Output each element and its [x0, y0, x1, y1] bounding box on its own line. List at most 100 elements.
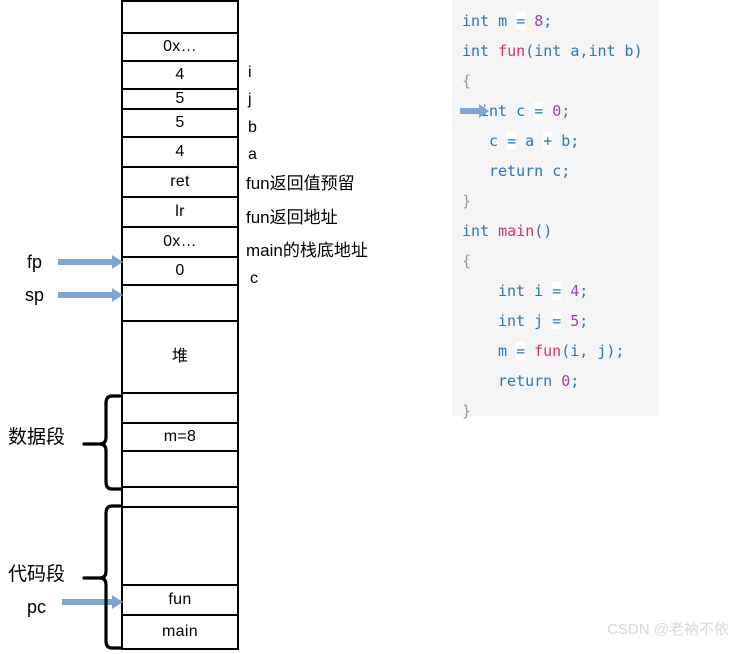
code-line: int main() — [452, 216, 658, 246]
code-token: fun — [534, 342, 562, 360]
memory-cell: ret — [121, 166, 239, 198]
code-token: ; — [570, 372, 580, 390]
memory-cell-value: fun — [168, 591, 192, 608]
memory-cell-value: 4 — [175, 66, 185, 83]
code-token: return — [489, 162, 544, 180]
memory-cell: m=8 — [121, 422, 239, 452]
code-token: i — [525, 282, 553, 300]
memory-cell: 5 — [121, 108, 239, 138]
code-token: = — [516, 12, 526, 30]
code-line: int m = 8; — [452, 6, 658, 36]
memory-cell-value: main — [162, 623, 198, 640]
pointer-label-pc: pc — [27, 597, 47, 617]
code-token: = — [534, 102, 544, 120]
memory-cell — [121, 392, 239, 424]
code-line: int j = 5; — [452, 306, 658, 336]
code-token: { — [462, 72, 472, 90]
memory-cell: fun — [121, 584, 239, 616]
pointer-arrow-icon — [58, 255, 123, 269]
code-token: j — [525, 312, 553, 330]
code-token: = — [552, 312, 562, 330]
memory-cell-value: 4 — [175, 143, 185, 160]
segment-brace-icon — [82, 504, 122, 650]
code-token: ; — [543, 12, 553, 30]
code-line: return c; — [452, 156, 658, 186]
memory-annotation: a — [248, 146, 257, 163]
code-token: b) — [615, 42, 643, 60]
code-token: int — [462, 12, 490, 30]
memory-cell: main — [121, 614, 239, 650]
code-line: } — [452, 396, 658, 426]
code-line-text: } — [462, 192, 471, 210]
memory-cell-value: 堆 — [171, 348, 189, 365]
memory-cell: 4 — [121, 60, 239, 90]
segment-label: 代码段 — [8, 564, 66, 585]
code-line-text: c = a + b; — [489, 132, 579, 150]
memory-diagram: 0x… 4 5 5 4 ret lr 0x… 0 堆 m=8 fun main i j b a fun返回值预留 f… — [0, 0, 440, 651]
memory-cell: lr — [121, 196, 239, 228]
pointer-label-fp: fp — [27, 252, 43, 272]
code-token: 8 — [534, 12, 544, 30]
memory-cell — [121, 486, 239, 508]
code-token: 0 — [552, 102, 562, 120]
code-token: ; — [561, 102, 571, 120]
memory-cell — [121, 284, 239, 322]
code-token: ; — [579, 312, 589, 330]
code-line-text: return c; — [489, 162, 570, 180]
code-token: int — [534, 42, 562, 60]
code-line: { — [452, 246, 658, 276]
code-token: = — [552, 282, 562, 300]
code-line-text: int m = 8; — [462, 12, 552, 30]
code-token: + — [543, 132, 553, 150]
code-token: m — [489, 12, 517, 30]
code-line: } — [452, 186, 658, 216]
segment-label: 数据段 — [8, 427, 66, 448]
code-token: int — [462, 222, 499, 240]
pointer-label-sp: sp — [25, 285, 45, 305]
memory-cell-value: 0x… — [163, 233, 197, 250]
memory-cell-value: lr — [175, 203, 185, 220]
memory-cell: 0x… — [121, 32, 239, 62]
memory-cell: 5 — [121, 88, 239, 110]
code-token: (i, j); — [561, 342, 625, 360]
memory-cell-value: 5 — [175, 90, 185, 107]
code-line-text: int c = 0; — [480, 102, 570, 120]
code-line: { — [452, 66, 658, 96]
code-line: return 0; — [452, 366, 658, 396]
code-line: int fun(int a,int b) — [452, 36, 658, 66]
memory-cell: 0x… — [121, 226, 239, 258]
code-token: b; — [552, 132, 580, 150]
memory-annotation: fun返回地址 — [246, 208, 338, 227]
code-token: a, — [561, 42, 589, 60]
code-token: = — [507, 132, 517, 150]
code-token: { — [462, 252, 472, 270]
code-token: } — [462, 192, 472, 210]
code-line-text: int j = 5; — [498, 312, 588, 330]
memory-annotation: j — [248, 91, 252, 108]
code-token: ( — [525, 42, 535, 60]
code-line-text: int i = 4; — [498, 282, 588, 300]
code-token: = — [516, 342, 526, 360]
segment-brace-icon — [82, 394, 122, 491]
code-line: c = a + b; — [452, 126, 658, 156]
pointer-arrow-icon — [58, 288, 123, 302]
code-line-text: { — [462, 252, 471, 270]
code-panel: int m = 8; int fun(int a,int b){int c = 0… — [452, 0, 658, 420]
memory-cell-value: m=8 — [163, 428, 197, 445]
code-token: int — [588, 42, 616, 60]
code-token: m — [498, 342, 517, 360]
memory-cell — [121, 0, 239, 34]
memory-cell: 0 — [121, 256, 239, 286]
code-token: 5 — [570, 312, 580, 330]
code-token: } — [462, 402, 472, 420]
code-token: c — [507, 102, 535, 120]
code-line-text: int fun(int a,int b) — [462, 42, 643, 60]
memory-annotation: main的栈底地址 — [246, 241, 368, 260]
memory-cell — [121, 450, 239, 488]
code-line: int c = 0; — [452, 96, 658, 126]
